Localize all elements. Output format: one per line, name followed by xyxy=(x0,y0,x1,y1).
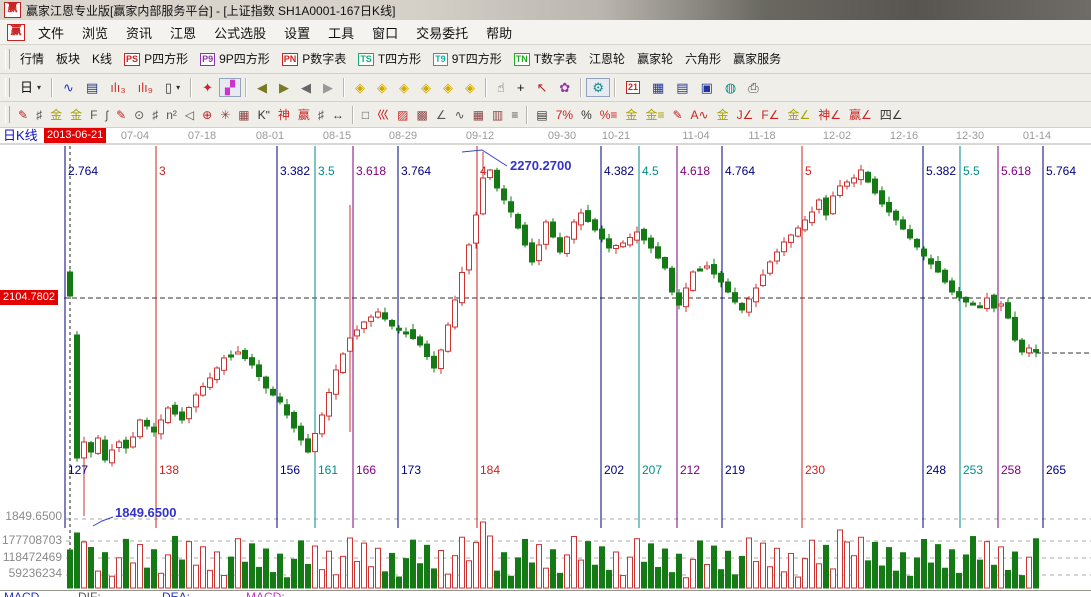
app-window: 赢 赢家江恩专业版[赢家内部服务平台] - [上证指数 SH1A0001-167… xyxy=(0,0,1091,597)
chart-canvas[interactable] xyxy=(0,0,1091,597)
chart-area: 日K线 2013-06-21 2104.7802 1849.6500 MACD … xyxy=(0,0,1091,597)
